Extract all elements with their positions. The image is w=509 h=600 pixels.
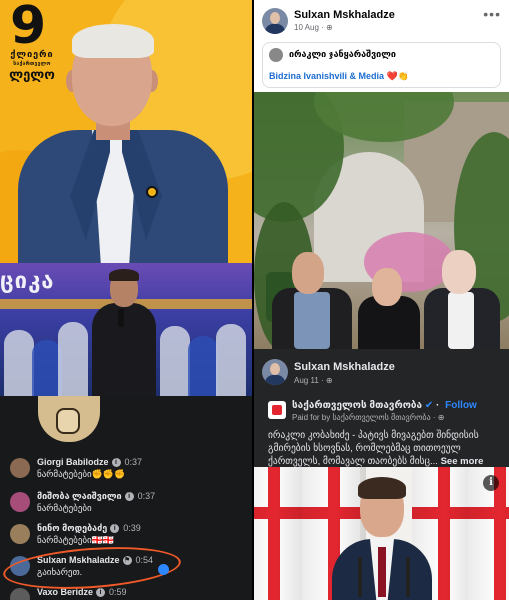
sponsor-page-name[interactable]: საქართველოს მთავრობა (292, 400, 422, 411)
comment-text: ნარმატებები (37, 503, 92, 513)
stage-photo: ციკა (0, 263, 252, 396)
post-body: ირაკლი კობახიძე - პატივს მივაგებთ შინდის… (268, 430, 484, 467)
speaker-tie (378, 547, 386, 597)
press-conference-photo[interactable]: i (254, 467, 509, 600)
comment-text: ნარმატებები🇬🇪🇬🇪 (37, 535, 115, 545)
lapel-pin (146, 186, 158, 198)
globe-icon: ⊕ (326, 23, 333, 32)
comment-author[interactable]: ნინო მოდებაძე i 0:39 (37, 523, 141, 534)
speaker-hair (109, 269, 139, 281)
speaker-hair (358, 477, 406, 499)
avatar[interactable] (10, 458, 30, 478)
government-logo-icon[interactable] (268, 401, 286, 419)
see-more-link[interactable]: See more (441, 456, 484, 467)
comment-time[interactable]: 0:37 (125, 457, 143, 467)
party-logo-line: ქლიერი (10, 50, 54, 60)
avatar[interactable] (10, 588, 30, 600)
party-logo: ქლიერი საქართველო ლელო (6, 50, 58, 83)
info-icon[interactable]: i (483, 475, 499, 491)
avatar[interactable] (262, 359, 288, 385)
avatar[interactable] (262, 8, 288, 34)
like-reaction-icon (158, 564, 169, 575)
georgian-flag (254, 467, 306, 600)
post-date[interactable]: Aug 11 · ⊕ (294, 376, 333, 385)
shared-post-text: Bidzina Ivanishvili & Media ❤️👏 (269, 71, 409, 81)
microphone (118, 309, 124, 327)
more-options-icon[interactable]: ••• (483, 6, 501, 22)
thumbs-up-sticker (38, 396, 100, 442)
comment-time[interactable]: 0:59 (109, 587, 127, 597)
sponsored-post: Sulxan Mskhaladze Aug 11 · ⊕ საქართველოს… (254, 349, 509, 467)
crowd-figure (4, 330, 34, 396)
comment-time[interactable]: 0:39 (123, 523, 141, 533)
garden-photo[interactable] (254, 92, 509, 349)
party-number: 9 (10, 0, 47, 56)
globe-icon: ⊕ (437, 413, 445, 422)
party-logo-line: ლელო (9, 68, 55, 83)
comment-author[interactable]: Giorgi Babilodze i 0:37 (37, 457, 142, 467)
crowd-figure (160, 326, 190, 396)
post-date[interactable]: 10 Aug · ⊕ (294, 23, 333, 32)
comment-time[interactable]: 0:37 (138, 491, 156, 501)
post-author[interactable]: Sulxan Mskhaladze (294, 361, 395, 373)
shared-post-author[interactable]: ირაკლი ჯანყარაშვილი (289, 49, 396, 60)
avatar[interactable] (10, 524, 30, 544)
party-logo-line: საქართველო (13, 61, 51, 67)
person-left-shirt (294, 292, 330, 349)
crowd-figure (216, 324, 246, 396)
comment-text: ნარმატებები✊✊✊ (37, 469, 126, 479)
microphone (406, 557, 410, 597)
comment-item: მიშობა ლაიშვილი i 0:37 ნარმატებები (10, 490, 250, 520)
avatar[interactable] (10, 492, 30, 512)
person-face (372, 268, 402, 306)
info-icon: i (110, 524, 120, 533)
post-author[interactable]: Sulxan Mskhaladze (294, 9, 395, 21)
info-icon: i (111, 458, 121, 467)
follow-button[interactable]: Follow (445, 400, 477, 411)
campaign-poster: 9 ქლიერი საქართველო ლელო (0, 0, 252, 263)
crowd-figure (188, 336, 218, 396)
info-icon: i (96, 588, 106, 597)
stage-sign: ციკა (0, 269, 55, 294)
paid-for-label: Paid for by საქართველოს მთავრობა · ⊕ (292, 413, 445, 422)
sponsor-page: საქართველოს მთავრობა ✔ · Follow (292, 400, 477, 411)
thumbs-up-icon (56, 408, 80, 434)
info-icon: i (124, 492, 134, 501)
globe-icon: ⊕ (325, 376, 333, 385)
person-face (292, 252, 324, 294)
shared-post-card[interactable]: ირაკლი ჯანყარაშვილი Bidzina Ivanishvili … (262, 42, 501, 88)
speaker-body (92, 303, 156, 396)
person-right-shirt (448, 292, 474, 349)
crowd-figure (58, 322, 88, 396)
person-face (442, 250, 476, 294)
avatar[interactable] (269, 48, 283, 62)
microphone (358, 557, 362, 597)
verified-icon: ✔ (424, 400, 434, 411)
facebook-post: Sulxan Mskhaladze 10 Aug · ⊕ ••• ირაკლი … (254, 0, 509, 92)
candidate-hair (72, 24, 154, 58)
comment-item: Giorgi Babilodze i 0:37 ნარმატებები✊✊✊ (10, 456, 250, 486)
comment-author[interactable]: მიშობა ლაიშვილი i 0:37 (37, 491, 155, 502)
